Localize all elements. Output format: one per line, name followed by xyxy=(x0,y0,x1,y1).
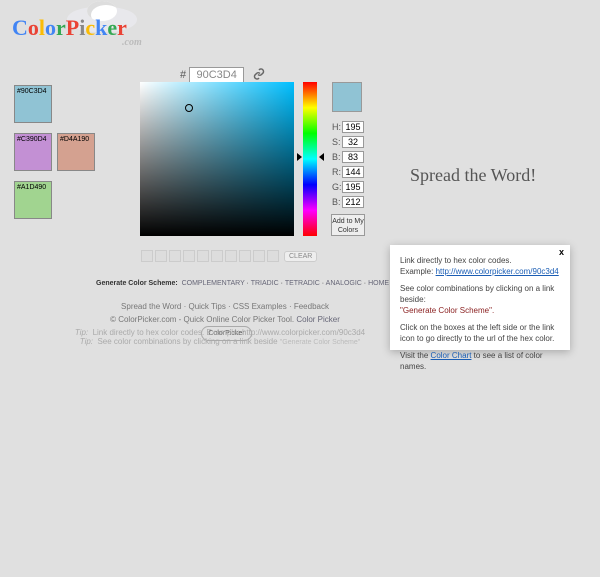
tip2-text: See color combinations by clicking on a … xyxy=(97,337,279,346)
history-slot[interactable] xyxy=(239,250,251,262)
label-r: R: xyxy=(332,167,342,177)
spread-the-word-heading: Spread the Word! xyxy=(410,165,536,186)
history-slot[interactable] xyxy=(141,250,153,262)
link-home[interactable]: HOME xyxy=(368,280,389,287)
label-bh: B: xyxy=(332,152,342,162)
value-inputs: H: S: B: R: G: B: xyxy=(332,121,368,211)
generate-label: Generate Color Scheme: xyxy=(96,280,178,287)
link-tetradic[interactable]: TETRADIC xyxy=(285,280,320,287)
label-s: S: xyxy=(332,137,342,147)
popup-p1b: Example: xyxy=(400,267,436,276)
popup-close-button[interactable]: x xyxy=(559,247,564,258)
tip2-quote: "Generate Color Scheme" xyxy=(280,339,360,346)
hue-arrow-right xyxy=(319,153,324,161)
footer-row1[interactable]: Spread the Word · Quick Tips · CSS Examp… xyxy=(85,300,365,313)
popup-p2b: "Generate Color Scheme". xyxy=(400,306,494,315)
hex-input-row: # xyxy=(180,67,265,83)
popup-p1a: Link directly to hex color codes. xyxy=(400,256,512,265)
input-h[interactable] xyxy=(342,121,364,133)
swatch-3[interactable]: #D4A190 xyxy=(57,133,95,171)
footer-copyright: © ColorPicker.com - Quick Online Color P… xyxy=(110,315,296,324)
input-g[interactable] xyxy=(342,181,364,193)
history-slot[interactable] xyxy=(225,250,237,262)
link-triadic[interactable]: TRIADIC xyxy=(251,280,279,287)
hex-input[interactable] xyxy=(189,67,244,83)
tip2-label: Tip: xyxy=(80,337,93,346)
input-bhsv[interactable] xyxy=(342,151,364,163)
saved-swatches: #90C3D4 #C390D4 #D4A190 #A1D490 xyxy=(14,85,95,219)
hash-label: # xyxy=(180,69,186,81)
history-slot[interactable] xyxy=(169,250,181,262)
color-preview xyxy=(332,82,362,112)
popup-p3: Click on the boxes at the left side or t… xyxy=(400,322,560,344)
history-slot[interactable] xyxy=(197,250,209,262)
sv-cursor xyxy=(185,104,193,112)
tips: Tip: Link directly to hex color codes. E… xyxy=(70,328,370,346)
hue-arrow-left xyxy=(297,153,302,161)
tip1-label: Tip: xyxy=(75,328,88,337)
input-r[interactable] xyxy=(342,166,364,178)
swatch-2[interactable]: #C390D4 xyxy=(14,133,52,171)
tip1-text: Link directly to hex color codes. Exampl… xyxy=(93,328,366,337)
link-analogic[interactable]: ANALOGIC xyxy=(326,280,362,287)
logo[interactable]: ColorPicker .com xyxy=(12,15,127,41)
popup-p4a: Visit the xyxy=(400,351,431,360)
link-icon[interactable] xyxy=(253,68,265,83)
popup-example-link[interactable]: http://www.colorpicker.com/90c3d4 xyxy=(436,267,559,276)
add-to-my-colors-button[interactable]: Add to My Colors xyxy=(331,214,365,236)
hue-slider[interactable] xyxy=(303,82,317,236)
generate-scheme-row: Generate Color Scheme: COMPLEMENTARY · T… xyxy=(96,280,389,287)
history-slot[interactable] xyxy=(267,250,279,262)
clear-history-button[interactable]: CLEAR xyxy=(284,251,317,262)
swatch-1[interactable]: #90C3D4 xyxy=(14,85,52,123)
swatch-4[interactable]: #A1D490 xyxy=(14,181,52,219)
label-g: G: xyxy=(332,182,342,192)
link-complementary[interactable]: COMPLEMENTARY xyxy=(182,280,245,287)
footer-color-picker-link[interactable]: Color Picker xyxy=(296,315,340,324)
info-popup: x Link directly to hex color codes. Exam… xyxy=(390,245,570,350)
input-s[interactable] xyxy=(342,136,364,148)
history-slot[interactable] xyxy=(253,250,265,262)
sv-picker[interactable] xyxy=(140,82,294,236)
history-slot[interactable] xyxy=(155,250,167,262)
input-brgb[interactable] xyxy=(342,196,364,208)
history-slot[interactable] xyxy=(211,250,223,262)
label-br: B: xyxy=(332,197,342,207)
popup-color-chart-link[interactable]: Color Chart xyxy=(431,351,472,360)
label-h: H: xyxy=(332,122,342,132)
history-slot[interactable] xyxy=(183,250,195,262)
popup-p2a: See color combinations by clicking on a … xyxy=(400,284,554,304)
history-row: CLEAR xyxy=(141,250,317,262)
